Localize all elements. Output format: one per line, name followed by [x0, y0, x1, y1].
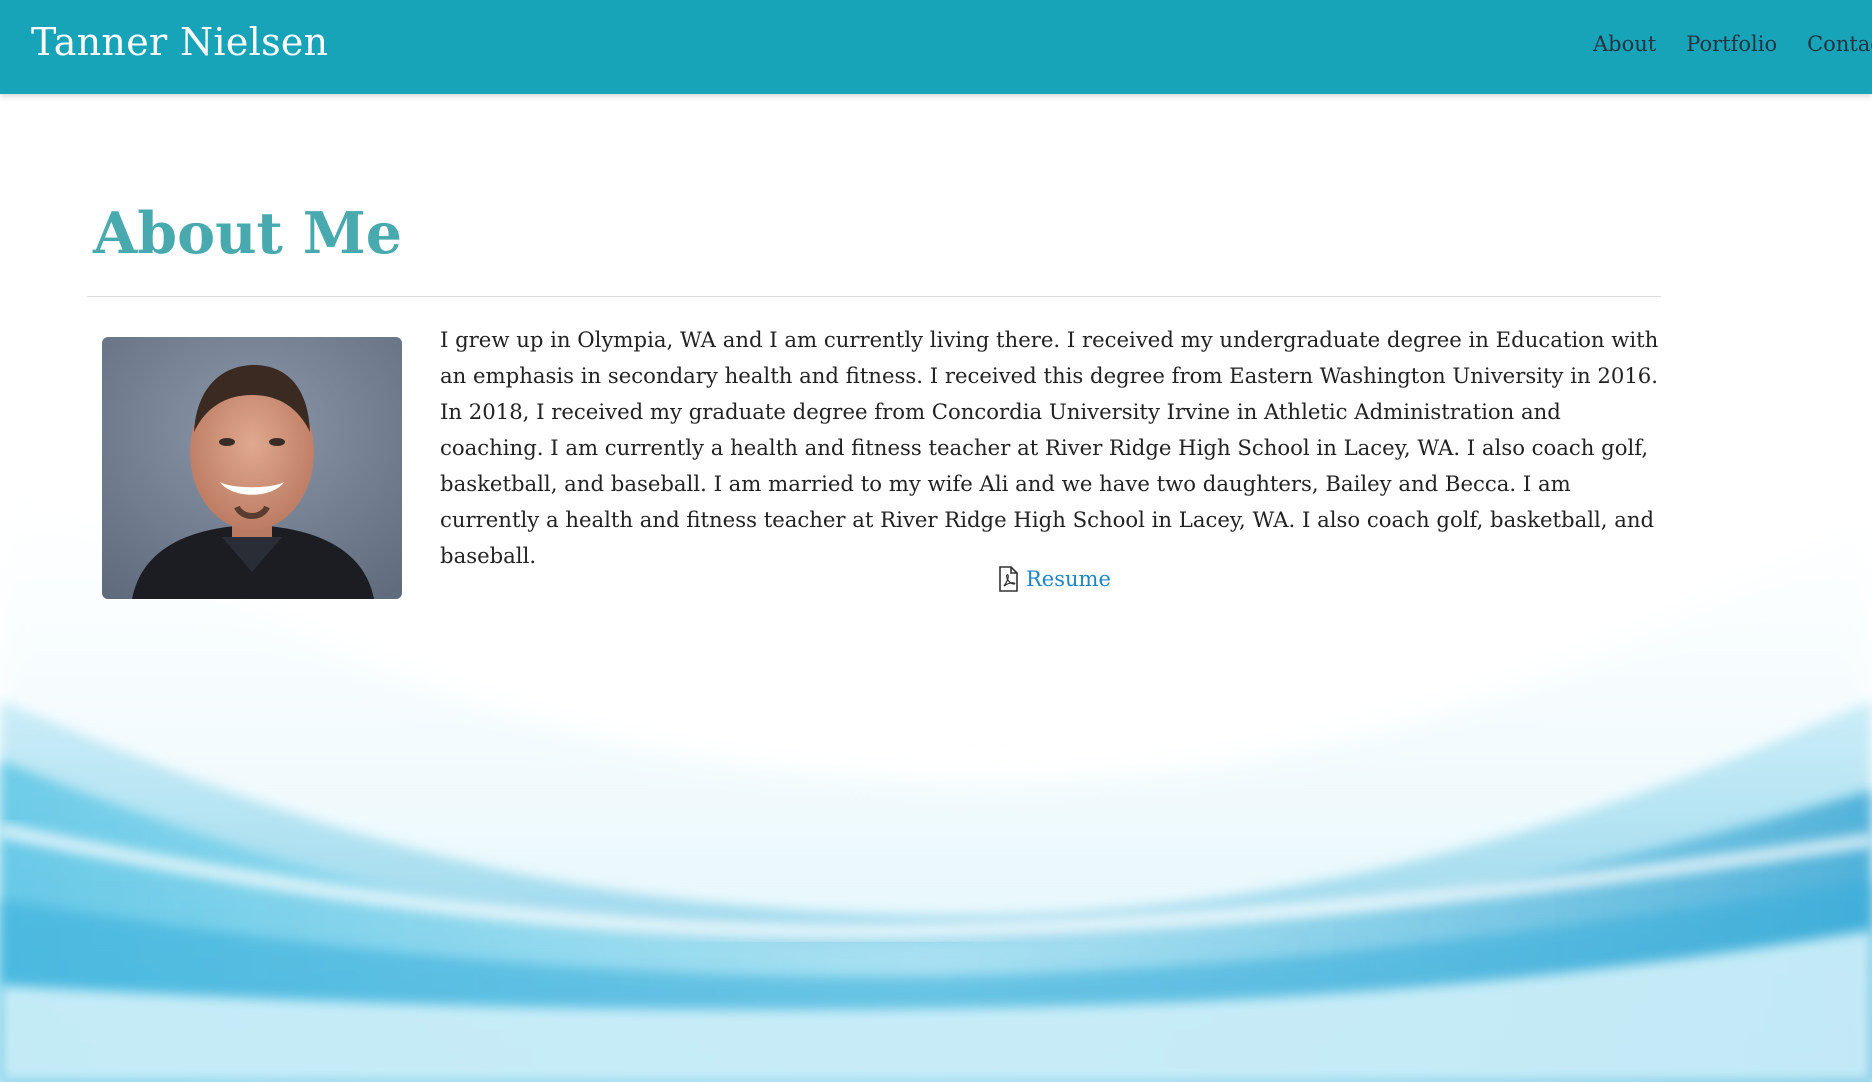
top-navbar: Tanner Nielsen About Portfolio Contact	[0, 0, 1872, 94]
resume-link[interactable]: Resume	[996, 566, 1111, 592]
pdf-file-icon	[996, 566, 1020, 592]
resume-label: Resume	[1026, 567, 1111, 591]
page-title: About Me	[93, 200, 403, 267]
page: Tanner Nielsen About Portfolio Contact A…	[0, 0, 1872, 1082]
profile-photo	[102, 337, 402, 599]
portrait-image	[102, 337, 402, 599]
heading-divider	[87, 296, 1661, 297]
nav-links: About Portfolio Contact	[1593, 32, 1872, 56]
nav-link-portfolio[interactable]: Portfolio	[1686, 32, 1777, 56]
bio-paragraph: I grew up in Olympia, WA and I am curren…	[440, 327, 1659, 568]
site-brand[interactable]: Tanner Nielsen	[31, 20, 328, 64]
nav-link-about[interactable]: About	[1593, 32, 1656, 56]
nav-link-contact[interactable]: Contact	[1807, 32, 1872, 56]
